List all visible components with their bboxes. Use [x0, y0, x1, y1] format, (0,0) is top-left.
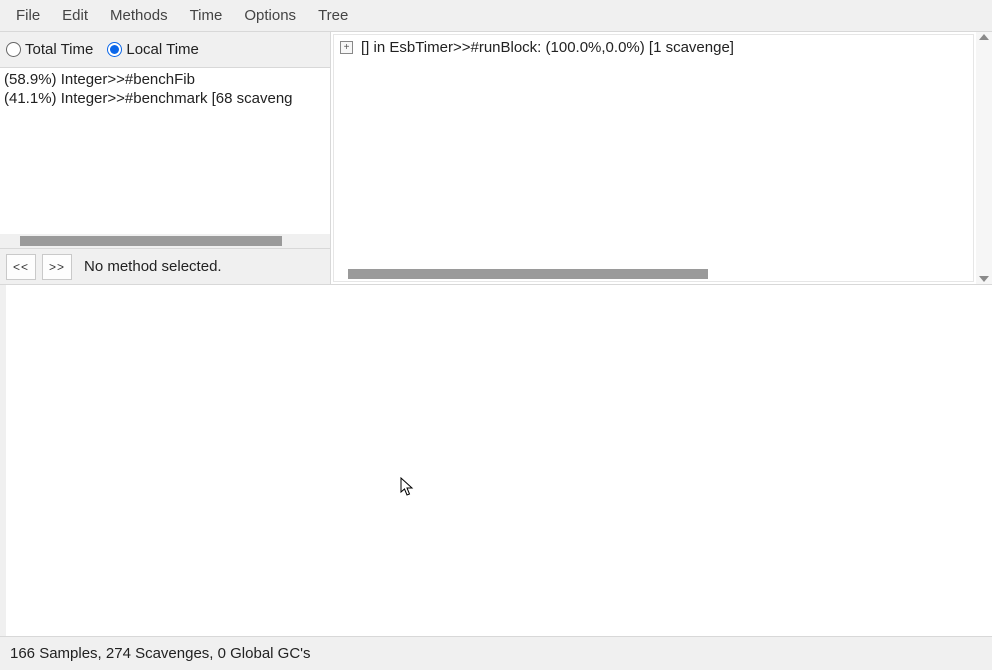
tree-hscroll-thumb[interactable] — [348, 269, 708, 279]
menu-edit[interactable]: Edit — [52, 3, 98, 28]
call-tree[interactable]: + [] in EsbTimer>>#runBlock: (100.0%,0.0… — [333, 34, 974, 282]
back-button[interactable]: << — [6, 254, 36, 280]
status-text: 166 Samples, 274 Scavenges, 0 Global GC'… — [10, 645, 311, 662]
radio-total-time[interactable]: Total Time — [6, 41, 93, 58]
menu-file[interactable]: File — [6, 3, 50, 28]
forward-button[interactable]: >> — [42, 254, 72, 280]
method-nav-bar: << >> No method selected. — [0, 248, 330, 284]
radio-icon — [6, 42, 21, 57]
radio-label: Local Time — [126, 41, 199, 58]
method-status-text: No method selected. — [84, 258, 222, 275]
radio-local-time[interactable]: Local Time — [107, 41, 199, 58]
right-pane: + [] in EsbTimer>>#runBlock: (100.0%,0.0… — [331, 32, 992, 284]
scroll-down-icon[interactable] — [979, 276, 989, 282]
mouse-cursor-icon — [400, 477, 414, 497]
method-list-hscroll[interactable] — [0, 234, 330, 248]
list-item[interactable]: (58.9%) Integer>>#benchFib — [0, 70, 330, 89]
time-mode-bar: Total Time Local Time — [0, 32, 330, 68]
radio-label: Total Time — [25, 41, 93, 58]
method-list[interactable]: (58.9%) Integer>>#benchFib (41.1%) Integ… — [0, 68, 330, 248]
menu-tree[interactable]: Tree — [308, 3, 358, 28]
status-bar: 166 Samples, 274 Scavenges, 0 Global GC'… — [0, 636, 992, 670]
expand-icon[interactable]: + — [340, 41, 353, 54]
radio-icon — [107, 42, 122, 57]
left-pane: Total Time Local Time (58.9%) Integer>>#… — [0, 32, 331, 284]
source-area[interactable] — [0, 285, 992, 636]
list-item[interactable]: (41.1%) Integer>>#benchmark [68 scaveng — [0, 89, 330, 108]
menu-options[interactable]: Options — [234, 3, 306, 28]
scroll-thumb[interactable] — [20, 236, 282, 246]
scroll-up-icon[interactable] — [979, 34, 989, 40]
tree-vscroll[interactable] — [976, 32, 992, 284]
menu-methods[interactable]: Methods — [100, 3, 178, 28]
top-split: Total Time Local Time (58.9%) Integer>>#… — [0, 32, 992, 285]
tree-row[interactable]: + [] in EsbTimer>>#runBlock: (100.0%,0.0… — [334, 35, 973, 60]
menubar: File Edit Methods Time Options Tree — [0, 0, 992, 32]
tree-row-label: [] in EsbTimer>>#runBlock: (100.0%,0.0%)… — [361, 39, 734, 56]
menu-time[interactable]: Time — [180, 3, 233, 28]
